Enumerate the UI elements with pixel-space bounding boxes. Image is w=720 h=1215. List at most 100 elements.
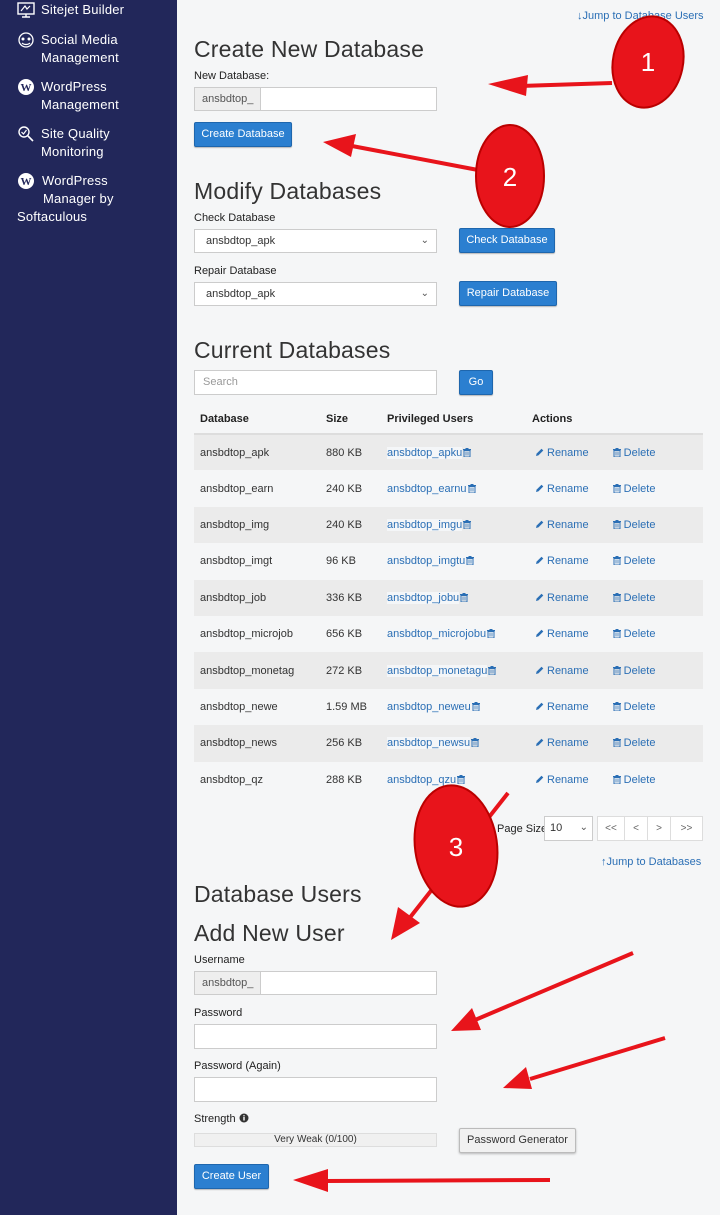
repair-database-button[interactable]: Repair Database bbox=[459, 281, 557, 306]
create-user-button[interactable]: Create User bbox=[194, 1164, 269, 1189]
privileged-user-link[interactable]: ansbdtop_neweu bbox=[387, 700, 471, 713]
privileged-user-link[interactable]: ansbdtop_monetagu bbox=[387, 664, 488, 677]
delete-label: Delete bbox=[623, 737, 656, 750]
rename-button[interactable]: Rename bbox=[535, 737, 589, 749]
sidebar: Sitejet Builder Social Media Management W… bbox=[0, 0, 177, 1215]
rename-button[interactable]: Rename bbox=[535, 701, 589, 713]
rename-button[interactable]: Rename bbox=[535, 555, 589, 567]
search-input[interactable]: Search bbox=[194, 370, 437, 395]
delete-button[interactable]: Delete bbox=[612, 628, 655, 640]
rename-button[interactable]: Rename bbox=[535, 519, 589, 531]
rename-label: Rename bbox=[547, 591, 589, 604]
col-database[interactable]: Database bbox=[194, 405, 320, 435]
db-name-cell: ansbdtop_imgt bbox=[200, 555, 273, 568]
pencil-icon bbox=[536, 520, 544, 528]
col-size[interactable]: Size bbox=[320, 405, 381, 435]
revoke-user-button[interactable] bbox=[456, 774, 466, 786]
privileged-user-link[interactable]: ansbdtop_microjobu bbox=[387, 628, 487, 641]
pager-last-button[interactable]: >> bbox=[670, 816, 703, 841]
wordpress-icon: W bbox=[18, 79, 34, 95]
delete-button[interactable]: Delete bbox=[612, 592, 655, 604]
trash-icon bbox=[463, 519, 472, 529]
sidebar-item-wordpress-management[interactable]: W WordPress Management bbox=[17, 78, 119, 114]
privileged-user-link[interactable]: ansbdtop_imgtu bbox=[387, 555, 466, 568]
privileged-user-link[interactable]: ansbdtop_earnu bbox=[387, 482, 467, 495]
revoke-user-button[interactable] bbox=[487, 665, 497, 677]
delete-label: Delete bbox=[623, 446, 656, 459]
db-actions-cell: Rename Delete bbox=[526, 470, 703, 506]
privileged-user-link[interactable]: ansbdtop_newsu bbox=[387, 737, 471, 750]
check-database-button[interactable]: Check Database bbox=[459, 228, 555, 253]
sidebar-item-social-media[interactable]: Social Media Management bbox=[17, 31, 119, 67]
db-size-cell: 240 KB bbox=[326, 482, 363, 495]
pager-prev-button[interactable]: < bbox=[624, 816, 648, 841]
db-user-cell: ansbdtop_imgtu bbox=[381, 543, 526, 579]
sidebar-item-label: Social Media Management bbox=[41, 32, 119, 65]
privileged-user-link[interactable]: ansbdtop_apku bbox=[387, 446, 463, 459]
sidebar-item-site-quality[interactable]: Site Quality Monitoring bbox=[17, 125, 110, 161]
password-again-input[interactable] bbox=[194, 1077, 437, 1102]
revoke-user-button[interactable] bbox=[459, 592, 469, 604]
username-input[interactable] bbox=[261, 972, 436, 994]
sidebar-item-wordpress-softaculous[interactable]: W WordPress Manager by Softaculous bbox=[17, 172, 114, 226]
check-db-select[interactable]: ansbdtop_apk ⌄ bbox=[194, 229, 437, 253]
go-button[interactable]: Go bbox=[459, 370, 493, 395]
db-user-cell: ansbdtop_neweu bbox=[381, 689, 526, 725]
sidebar-item-label: WordPress Manager by bbox=[42, 173, 114, 206]
password-generator-button[interactable]: Password Generator bbox=[459, 1128, 576, 1153]
privileged-user-link[interactable]: ansbdtop_imgu bbox=[387, 518, 463, 531]
new-db-input-group: ansbdtop_ bbox=[194, 87, 437, 111]
table-row: ansbdtop_qz 288 KB ansbdtop_qzu Rename Dele… bbox=[194, 762, 703, 798]
trash-icon bbox=[612, 592, 621, 602]
delete-button[interactable]: Delete bbox=[612, 665, 655, 677]
revoke-user-button[interactable] bbox=[465, 555, 475, 567]
delete-label: Delete bbox=[623, 773, 656, 786]
info-icon[interactable] bbox=[239, 1113, 249, 1123]
col-privileged-users[interactable]: Privileged Users bbox=[381, 405, 526, 435]
privileged-user-link[interactable]: ansbdtop_jobu bbox=[387, 591, 460, 604]
trash-icon bbox=[466, 556, 475, 566]
rename-button[interactable]: Rename bbox=[535, 774, 589, 786]
db-size-cell: 336 KB bbox=[320, 579, 381, 616]
revoke-user-button[interactable] bbox=[462, 447, 472, 459]
trash-icon bbox=[612, 665, 621, 675]
db-user-cell: ansbdtop_imgu bbox=[381, 506, 526, 544]
delete-button[interactable]: Delete bbox=[612, 701, 655, 713]
db-name-cell: ansbdtop_monetag bbox=[194, 652, 320, 689]
jump-to-databases-link[interactable]: ↑Jump to Databases bbox=[601, 856, 701, 868]
new-db-input[interactable] bbox=[261, 88, 436, 110]
page-size-select[interactable]: 10 ⌄ bbox=[544, 816, 593, 841]
password-input[interactable] bbox=[194, 1024, 437, 1049]
revoke-user-button[interactable] bbox=[486, 628, 496, 640]
create-database-button[interactable]: Create Database bbox=[194, 122, 292, 147]
repair-db-selected: ansbdtop_apk bbox=[206, 288, 276, 300]
revoke-user-button[interactable] bbox=[467, 483, 476, 495]
revoke-user-button[interactable] bbox=[462, 519, 472, 531]
revoke-user-button[interactable] bbox=[471, 701, 480, 713]
jump-to-users-link[interactable]: ↓Jump to Database Users bbox=[577, 10, 704, 22]
db-size-cell: 96 KB bbox=[326, 555, 356, 568]
privileged-user-link[interactable]: ansbdtop_qzu bbox=[387, 773, 457, 786]
rename-button[interactable]: Rename bbox=[535, 483, 589, 495]
delete-button[interactable]: Delete bbox=[612, 519, 655, 531]
db-user-cell: ansbdtop_earnu bbox=[381, 470, 526, 506]
revoke-user-button[interactable] bbox=[470, 737, 480, 749]
table-row: ansbdtop_earn 240 KB ansbdtop_earnu Rename … bbox=[194, 470, 703, 506]
repair-db-select[interactable]: ansbdtop_apk ⌄ bbox=[194, 282, 437, 306]
db-name-cell: ansbdtop_newe bbox=[200, 700, 278, 713]
check-db-label: Check Database bbox=[194, 212, 276, 224]
delete-button[interactable]: Delete bbox=[612, 483, 655, 495]
sidebar-item-sitejet-builder[interactable]: Sitejet Builder bbox=[17, 1, 124, 19]
delete-button[interactable]: Delete bbox=[612, 737, 656, 750]
rename-button[interactable]: Rename bbox=[535, 592, 589, 604]
new-db-label: New Database: bbox=[194, 70, 270, 82]
delete-button[interactable]: Delete bbox=[612, 446, 656, 459]
rename-button[interactable]: Rename bbox=[535, 665, 589, 677]
delete-button[interactable]: Delete bbox=[612, 773, 656, 786]
delete-button[interactable]: Delete bbox=[612, 555, 655, 567]
col-actions: Actions bbox=[526, 405, 703, 435]
rename-button[interactable]: Rename bbox=[535, 447, 589, 459]
pager-first-button[interactable]: << bbox=[597, 816, 625, 841]
rename-button[interactable]: Rename bbox=[535, 628, 589, 640]
pager-next-button[interactable]: > bbox=[647, 816, 671, 841]
